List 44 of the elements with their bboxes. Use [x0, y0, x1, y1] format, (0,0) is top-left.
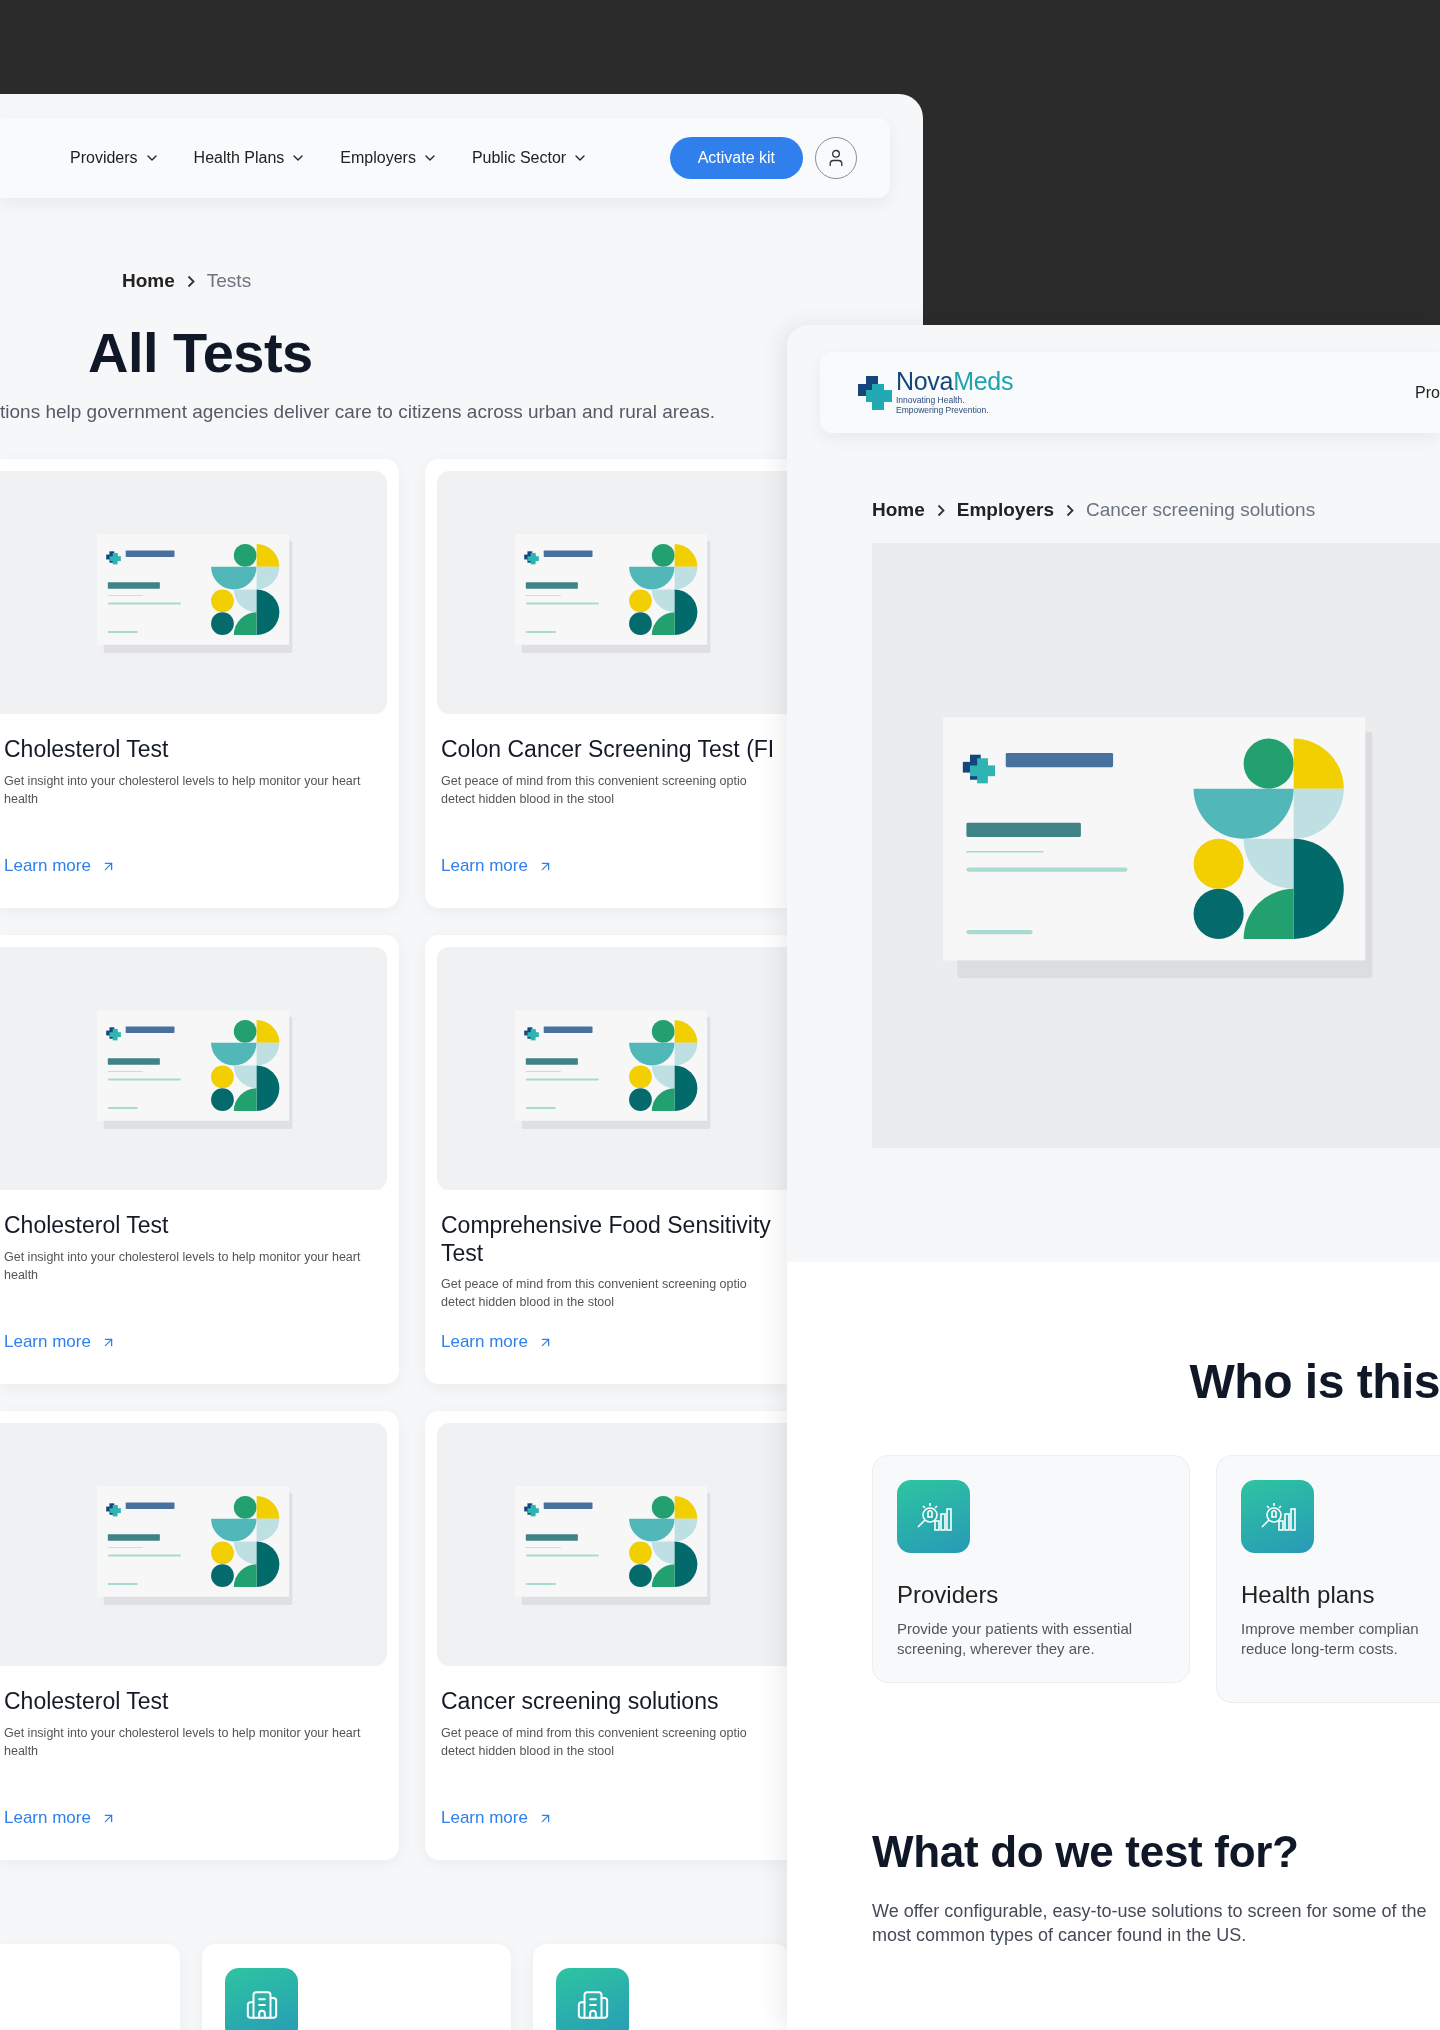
card-description: Get insight into your cholesterol levels to help monitor your heart health [4, 1248, 362, 1284]
card-description: Get insight into your cholesterol levels to help monitor your heart health [4, 772, 362, 808]
breadcrumb-link[interactable]: Home [872, 499, 925, 521]
card-title: Providers [897, 1581, 1000, 1609]
page-title: All Tests [88, 320, 313, 385]
card-description: Get insight into your cholesterol levels to help monitor your heart health [4, 1724, 362, 1760]
nav-link[interactable]: Providers [70, 149, 160, 167]
nav-link[interactable]: Pro [1415, 383, 1440, 402]
card-description: Get peace of mind from this convenient screening optio detect hidden blood in the stool [441, 1724, 748, 1760]
card-title: Cancer screening solutions [441, 1688, 720, 1716]
card-title: Colon Cancer Screening Test (FI [441, 736, 776, 764]
learn-more-link[interactable]: Learn more [4, 1332, 116, 1352]
learn-more-link[interactable]: Learn more [441, 1808, 553, 1828]
logo-wordmark: NovaMeds [896, 369, 1014, 395]
card-description: Provide your patients with essential screening, wherever they are. [897, 1619, 1134, 1658]
nav-link[interactable]: Health Plans [193, 149, 307, 167]
nav-link[interactable]: Employers [340, 149, 438, 167]
chevron-right-icon [1065, 503, 1074, 517]
page-subtitle: tions help government agencies deliver care to citizens across urban and rural areas. [0, 401, 715, 423]
activate-kit-button[interactable]: Activate kit [669, 137, 803, 179]
breadcrumb-link[interactable]: Home [122, 270, 175, 292]
section-title: Who is this [1189, 1354, 1440, 1409]
card-description: Get peace of mind from this convenient screening optio detect hidden blood in the stool [441, 772, 748, 808]
section-description: We offer configurable, easy-to-use solutions to screen for some of the most common types of cancer found in the US. [872, 1900, 1428, 1948]
nav-link[interactable]: Public Sector [471, 149, 589, 167]
card-description: Get peace of mind from this convenient screening optio detect hidden blood in the stool [441, 1276, 748, 1312]
learn-more-link[interactable]: Learn more [441, 856, 553, 876]
chevron-right-icon [936, 503, 945, 517]
card-title: Comprehensive Food Sensitivity Test [441, 1212, 772, 1268]
card-title: Cholesterol Test [4, 1688, 170, 1716]
learn-more-link[interactable]: Learn more [4, 856, 116, 876]
cross-logo-icon [858, 375, 892, 410]
breadcrumb-link[interactable]: Cancer screening solutions [1085, 499, 1316, 521]
logo-tagline: Innovating Health. Empowering Prevention. [896, 396, 990, 416]
card-title: Cholesterol Test [4, 736, 170, 764]
learn-more-link[interactable]: Learn more [4, 1808, 116, 1828]
breadcrumb-link[interactable]: Tests [206, 270, 252, 292]
card-title: Cholesterol Test [4, 1212, 170, 1240]
breadcrumb-link[interactable]: Employers [956, 499, 1054, 521]
chevron-right-icon [186, 274, 195, 288]
card-title: Health plans [1241, 1581, 1376, 1609]
card-description: Improve member complian reduce long-term costs. [1241, 1619, 1420, 1658]
learn-more-link[interactable]: Learn more [441, 1332, 553, 1352]
section-title: What do we test for? [872, 1827, 1300, 1877]
